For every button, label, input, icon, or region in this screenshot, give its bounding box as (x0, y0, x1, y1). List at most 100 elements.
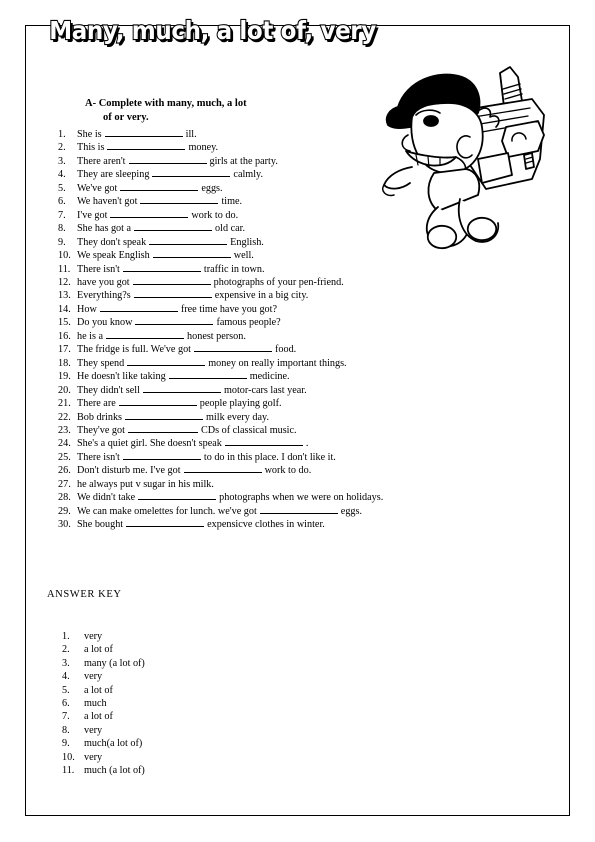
answer-blank[interactable] (138, 491, 217, 501)
answer-blank[interactable] (183, 464, 262, 474)
question-text-before-blank: Everything?s (77, 290, 131, 302)
answer-blank[interactable] (106, 330, 185, 339)
question-text-before-blank: He doesn't like taking (77, 371, 166, 383)
answer-key-row: 4. very (62, 670, 282, 683)
question-text-before-blank: We haven't got (77, 196, 138, 208)
answer-blank[interactable] (107, 141, 186, 151)
question-text-after-blank: ill. (185, 129, 197, 140)
answer-blank[interactable] (128, 155, 207, 164)
answer-key-number: 5. (62, 684, 70, 696)
question-text: They didn't sell motor-cars last year. (77, 384, 307, 397)
answer-key-row: 10. very (62, 751, 282, 764)
question-row: 6. We haven't got time. (58, 195, 528, 208)
answer-blank[interactable] (194, 343, 272, 353)
question-text-before-blank: They spend (77, 357, 125, 369)
question-text: have you got photographs of your pen-frie… (77, 276, 344, 289)
answer-blank[interactable] (168, 370, 247, 380)
question-text-after-blank: work to do. (264, 465, 312, 477)
question-text: How free time have you got? (77, 303, 277, 316)
question-text: This is money. (77, 141, 218, 154)
question-text-before-blank: They didn't sell (77, 384, 140, 396)
question-number: 11. (58, 263, 71, 275)
question-text-before-blank: We speak English (77, 250, 150, 262)
answer-blank[interactable] (122, 451, 201, 460)
question-text-after-blank: girls at the party. (209, 155, 278, 167)
answer-blank[interactable] (140, 195, 219, 205)
title-block: Many, much, a lot of, very (35, 17, 377, 44)
question-text-before-blank: We've got (77, 182, 118, 194)
question-number: 13. (58, 290, 71, 302)
question-text: he is a honest person. (77, 330, 246, 343)
answer-key-row: 1. very (62, 630, 282, 643)
question-number: 16. (58, 330, 71, 342)
answer-key-number: 2. (62, 644, 70, 656)
answer-key-row: 8. very (62, 724, 282, 737)
answer-key-value: very (84, 671, 103, 683)
question-number: 15. (58, 317, 71, 329)
answer-blank[interactable] (134, 222, 213, 232)
question-text-after-blank: old car. (215, 223, 246, 235)
question-number: 2. (58, 142, 66, 154)
answer-blank[interactable] (142, 384, 221, 393)
question-text: Bob drinks milk every day. (77, 411, 269, 424)
answer-blank[interactable] (110, 209, 189, 218)
answer-blank[interactable] (127, 424, 198, 433)
question-text-after-blank: people playing golf. (199, 398, 282, 410)
question-text: We speak English well. (77, 249, 254, 262)
question-text-after-blank: work to do. (191, 209, 239, 221)
question-text-after-blank: motor-cars last year. (223, 384, 307, 396)
question-text-before-blank: How (77, 303, 97, 315)
question-text-after-blank: money. (188, 142, 219, 154)
question-text: he always put v sugar in his milk. (77, 478, 214, 491)
question-text-after-blank: medicine. (249, 371, 290, 383)
question-row: 28. We didn't take photographs when we wer… (58, 491, 528, 504)
question-number: 21. (58, 398, 71, 410)
answer-key-value: very (84, 631, 103, 642)
answer-blank[interactable] (133, 289, 212, 299)
answer-key-row: 3. many (a lot of) (62, 657, 282, 670)
question-row: 1. She is ill. (58, 128, 528, 141)
question-text-after-blank: expensicve clothes in winter. (207, 519, 325, 531)
question-text-after-blank: food. (275, 344, 297, 356)
answer-blank[interactable] (132, 276, 211, 285)
answer-blank[interactable] (125, 411, 203, 420)
answer-blank[interactable] (259, 505, 338, 514)
answer-blank[interactable] (104, 128, 183, 137)
question-text-after-blank: English. (230, 236, 264, 248)
question-row: 5. We've got eggs. (58, 182, 528, 195)
question-text-before-blank: Bob drinks (77, 411, 122, 423)
answer-blank[interactable] (99, 303, 178, 312)
answer-key-value: a lot of (84, 711, 113, 723)
question-text: I've got work to do. (77, 209, 238, 222)
question-text: We haven't got time. (77, 195, 242, 208)
question-number: 26. (58, 465, 71, 477)
question-text: They don't speak English. (77, 236, 264, 249)
answer-blank[interactable] (120, 182, 199, 191)
answer-blank[interactable] (127, 357, 206, 366)
answer-blank[interactable] (122, 263, 201, 272)
question-text-before-blank: I've got (77, 209, 108, 221)
instruction-text: A- Complete with many, much, a lot of or… (85, 97, 335, 124)
question-text: She bought expensicve clothes in winter. (77, 518, 325, 531)
question-row: 18. They spend money on really important t… (58, 357, 528, 370)
question-text-after-blank: CDs of classical music. (200, 424, 297, 436)
question-text: We didn't take photographs when we were o… (77, 491, 383, 504)
question-row: 8. She has got a old car. (58, 222, 528, 235)
answer-blank[interactable] (126, 518, 205, 528)
answer-blank[interactable] (224, 437, 303, 447)
answer-blank[interactable] (149, 236, 228, 245)
answer-key-number: 4. (62, 671, 70, 683)
question-row: 2. This is money. (58, 141, 528, 154)
answer-key-value: very (84, 724, 103, 736)
question-number: 29. (58, 505, 71, 517)
question-number: 25. (58, 451, 71, 463)
page-title: Many, much, a lot of, very (48, 16, 377, 45)
instruction-line-2: of or very. (103, 111, 149, 123)
answer-blank[interactable] (135, 316, 214, 326)
answer-blank[interactable] (118, 397, 197, 407)
question-row: 9. They don't speak English. (58, 236, 528, 249)
answer-blank[interactable] (152, 249, 231, 259)
question-text-before-blank: They don't speak (77, 236, 147, 248)
answer-key-row: 5. a lot of (62, 684, 282, 697)
answer-blank[interactable] (152, 168, 231, 178)
